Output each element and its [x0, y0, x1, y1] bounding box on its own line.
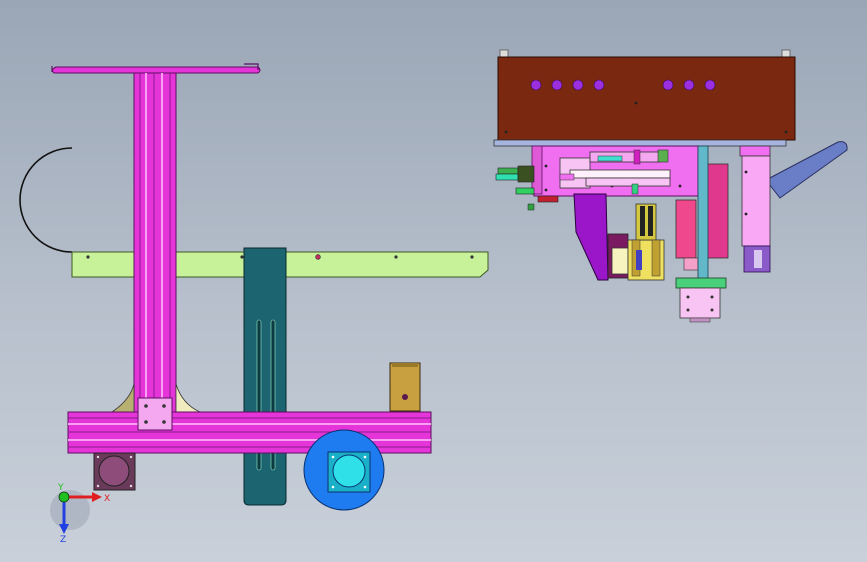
drive-wheel	[303, 429, 385, 511]
corner-gusset-right	[175, 383, 201, 413]
vertical-shaft	[697, 145, 709, 281]
joint-plate	[137, 397, 173, 431]
triad-y-origin	[58, 491, 70, 503]
wedge-block	[573, 193, 609, 281]
slotted-plate	[243, 247, 287, 506]
semicircle-guide	[19, 147, 73, 253]
triad-x-arrow	[92, 492, 102, 502]
cad-drawing[interactable]: X Y Z	[0, 0, 867, 562]
gear-motor	[93, 452, 136, 491]
mount-bracket	[389, 362, 421, 412]
coordinate-triad: X Y Z	[50, 483, 110, 545]
triad-z-label: Z	[60, 535, 66, 545]
wire-hook	[51, 63, 261, 74]
right-assembly	[493, 49, 848, 323]
left-assembly	[19, 63, 489, 511]
base-flange	[675, 277, 727, 323]
triad-y-label: Y	[57, 483, 64, 493]
vertical-extrusion	[133, 72, 177, 414]
gripper-head	[607, 203, 665, 281]
control-box	[493, 49, 796, 147]
corner-gusset-left	[110, 383, 135, 413]
right-cylinder	[739, 145, 771, 273]
triad-x-label: X	[104, 494, 110, 504]
cad-viewport[interactable]: X Y Z	[0, 0, 867, 562]
inclined-chute	[765, 141, 848, 199]
